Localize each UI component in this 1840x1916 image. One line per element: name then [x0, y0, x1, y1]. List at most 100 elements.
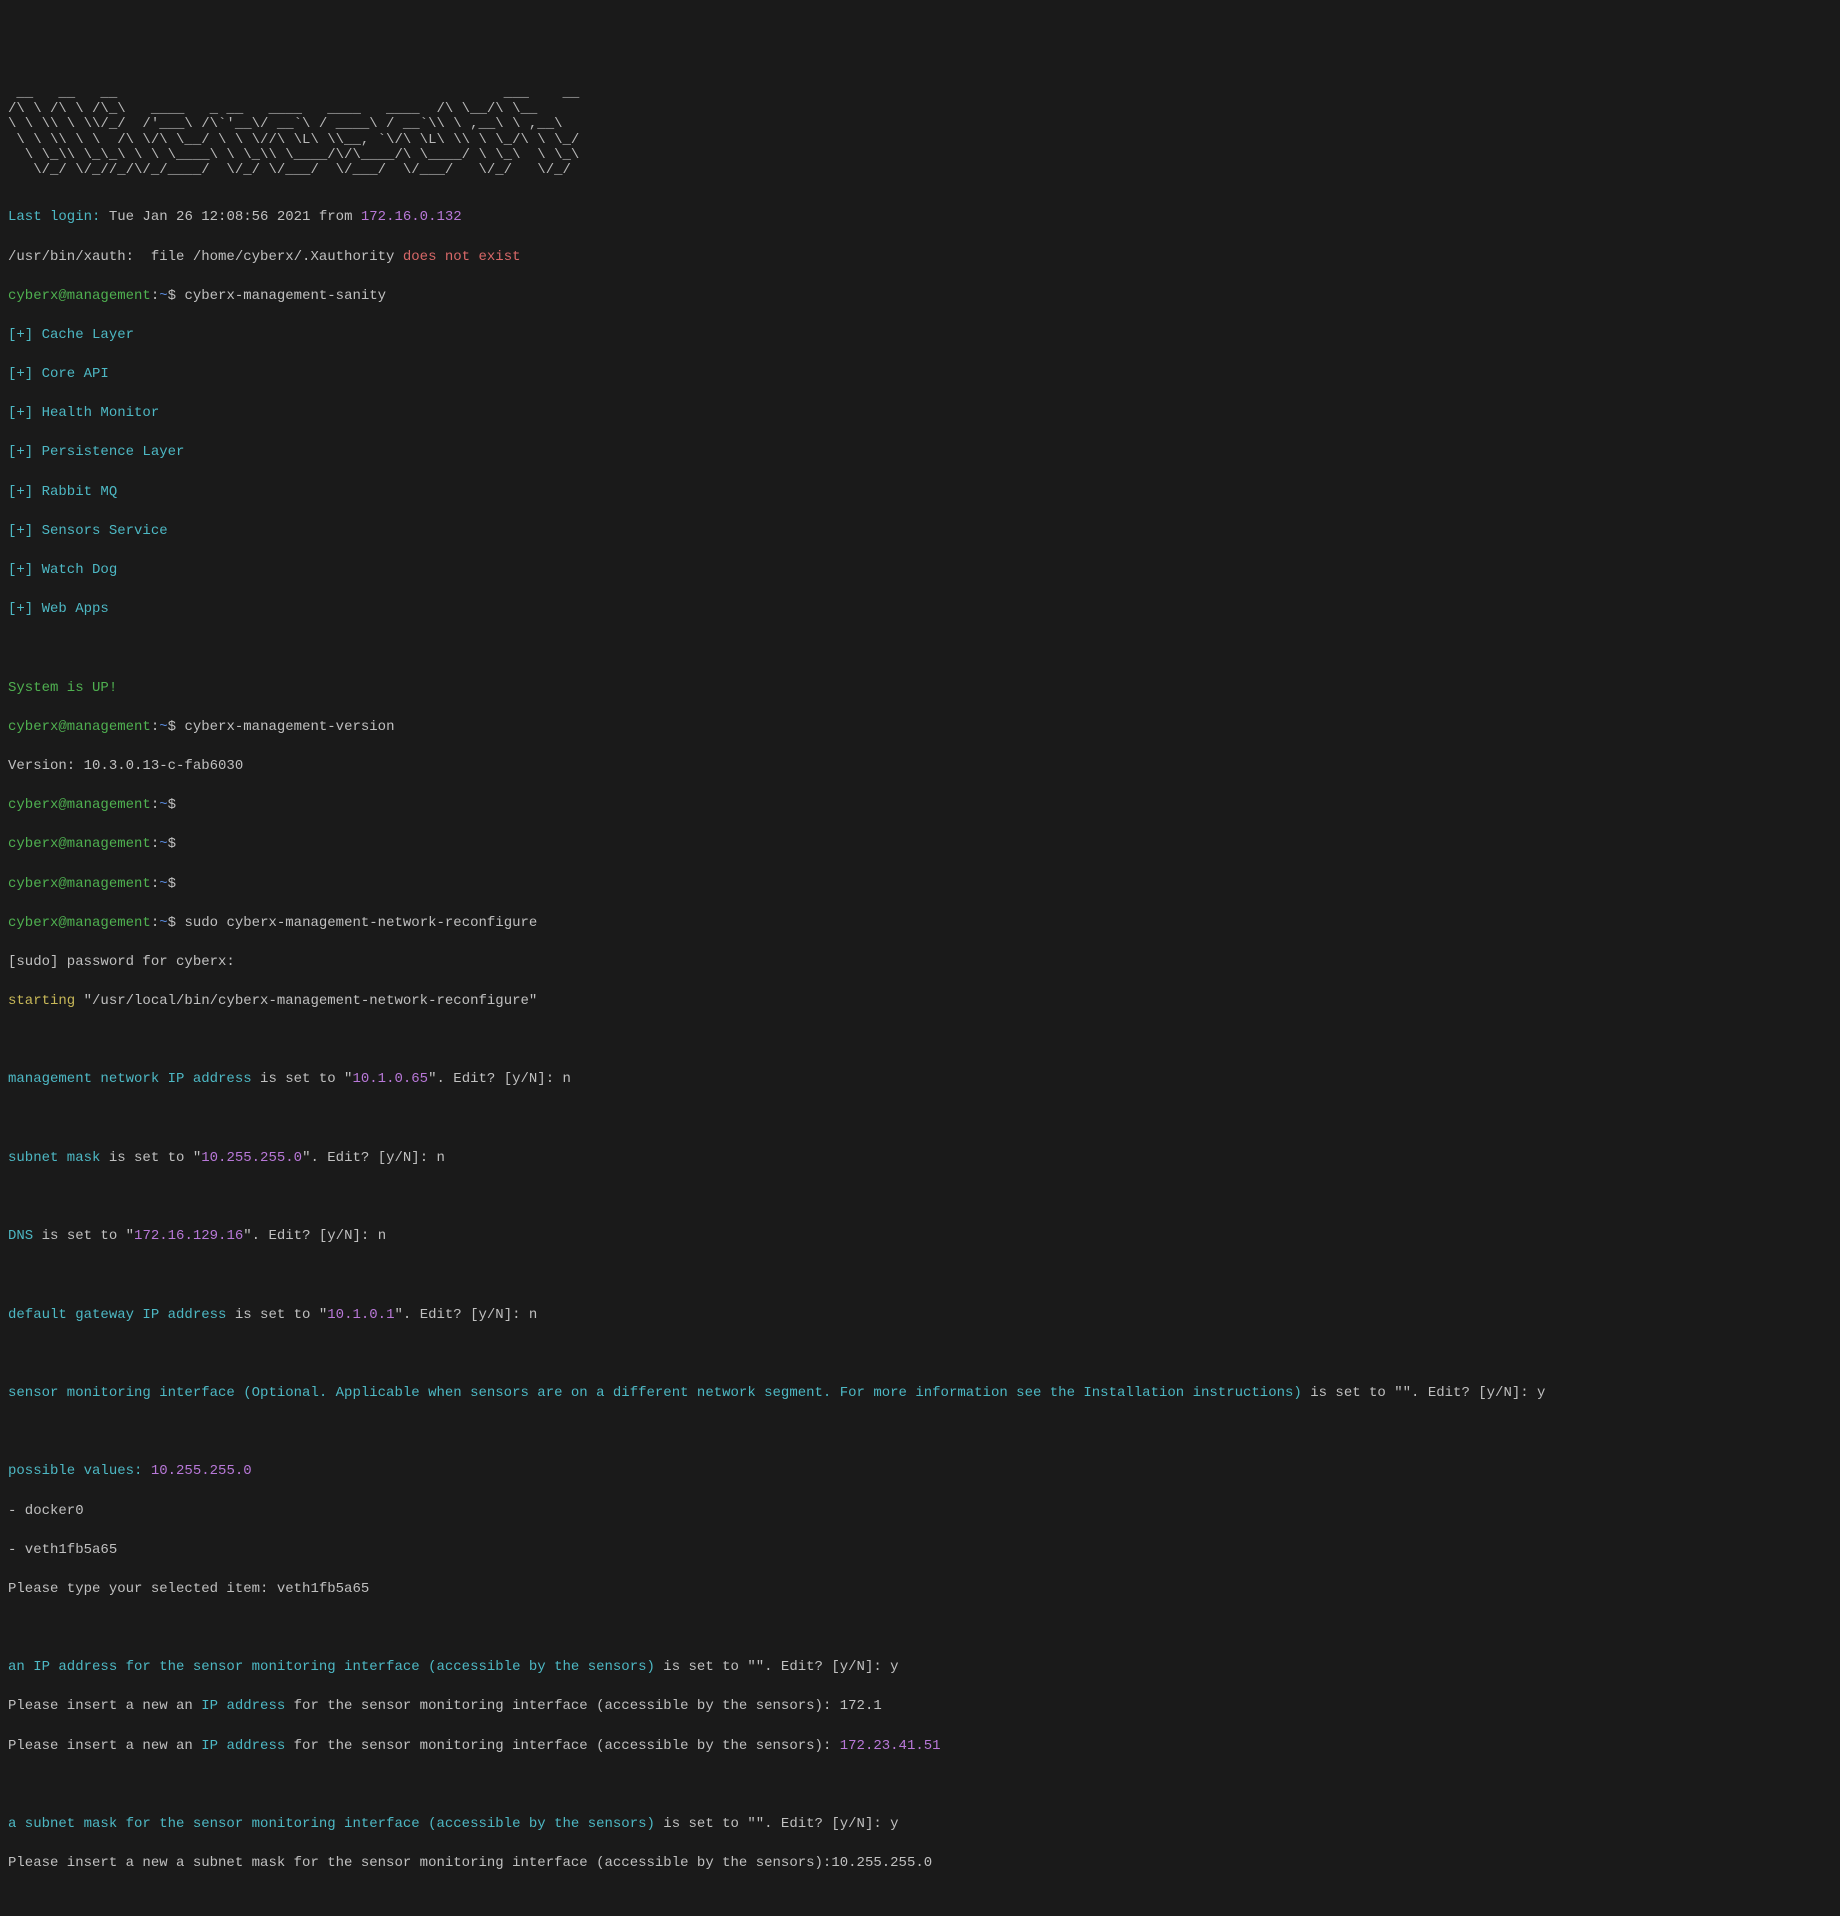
blank: [8, 1031, 1832, 1051]
prompt-empty1: cyberx@management:~$: [8, 796, 1832, 816]
sensor-ip-label: an IP address for the sensor monitoring …: [8, 1659, 655, 1675]
iface-veth: - veth1fb5a65: [8, 1541, 1832, 1561]
sanity-rabbit: [+] Rabbit MQ: [8, 483, 1832, 503]
sensor-subnet-mid: is set to "". Edit? [y/N]: y: [655, 1816, 899, 1832]
prompt-empty3: cyberx@management:~$: [8, 875, 1832, 895]
starting-label: starting: [8, 993, 75, 1009]
dns-val: 172.16.129.16: [134, 1228, 243, 1244]
sensor-iface-mid: is set to "". Edit? [y/N]: y: [1302, 1385, 1546, 1401]
prompt-user: cyberx@management: [8, 288, 151, 304]
mgmt-ip-mid: is set to ": [252, 1071, 353, 1087]
gateway-val: 10.1.0.1: [327, 1307, 394, 1323]
prompt-sym: $: [168, 876, 176, 892]
select-item-line: Please type your selected item: veth1fb5…: [8, 1580, 1832, 1600]
prompt-path: ~: [159, 836, 167, 852]
dns-mid: is set to ": [33, 1228, 134, 1244]
prompt-user: cyberx@management: [8, 719, 151, 735]
blank: [8, 1776, 1832, 1796]
prompt-user: cyberx@management: [8, 915, 151, 931]
sanity-sensors: [+] Sensors Service: [8, 522, 1832, 542]
sensor-ip-mid: is set to "". Edit? [y/N]: y: [655, 1659, 899, 1675]
subnet-label: subnet mask: [8, 1150, 100, 1166]
login-ip: 172.16.0.132: [361, 209, 462, 225]
insert1-pre: Please insert a new an: [8, 1698, 201, 1714]
prompt-path: ~: [159, 719, 167, 735]
subnet-end: ". Edit? [y/N]: n: [302, 1150, 445, 1166]
insert2-val: 172.23.41.51: [840, 1738, 941, 1754]
possible-val: 10.255.255.0: [151, 1463, 252, 1479]
sanity-persist: [+] Persistence Layer: [8, 443, 1832, 463]
last-login-line: Last login: Tue Jan 26 12:08:56 2021 fro…: [8, 208, 1832, 228]
sensor-subnet-line: a subnet mask for the sensor monitoring …: [8, 1815, 1832, 1835]
blank: [8, 1619, 1832, 1639]
blank: [8, 1423, 1832, 1443]
prompt-empty2: cyberx@management:~$: [8, 835, 1832, 855]
last-login-label: Last login:: [8, 209, 100, 225]
gateway-mid: is set to ": [226, 1307, 327, 1323]
blank: [8, 1188, 1832, 1208]
gateway-label: default gateway IP address: [8, 1307, 226, 1323]
sensor-iface-line: sensor monitoring interface (Optional. A…: [8, 1384, 1832, 1404]
sanity-webapps: [+] Web Apps: [8, 600, 1832, 620]
possible-values-line: possible values: 10.255.255.0: [8, 1462, 1832, 1482]
prompt-path: ~: [159, 915, 167, 931]
mgmt-ip-label: management network IP address: [8, 1071, 252, 1087]
blank: [8, 1893, 1832, 1913]
ascii-logo: __ __ __ ___ __ /\ \ /\ \ /\_\ ____ _ __…: [8, 86, 1832, 178]
sanity-cache: [+] Cache Layer: [8, 326, 1832, 346]
blank: [8, 639, 1832, 659]
terminal[interactable]: __ __ __ ___ __ /\ \ /\ \ /\_\ ____ _ __…: [8, 86, 1832, 1916]
prompt-path: ~: [159, 797, 167, 813]
iface-docker0: - docker0: [8, 1502, 1832, 1522]
subnet-line: subnet mask is set to "10.255.255.0". Ed…: [8, 1149, 1832, 1169]
starting-path: "/usr/local/bin/cyberx-management-networ…: [75, 993, 537, 1009]
prompt-sep: :: [151, 915, 159, 931]
version-output: Version: 10.3.0.13-c-fab6030: [8, 757, 1832, 777]
subnet-val: 10.255.255.0: [201, 1150, 302, 1166]
dns-line: DNS is set to "172.16.129.16". Edit? [y/…: [8, 1227, 1832, 1247]
gateway-end: ". Edit? [y/N]: n: [394, 1307, 537, 1323]
insert2-pre: Please insert a new an: [8, 1738, 201, 1754]
insert1-post: for the sensor monitoring interface (acc…: [285, 1698, 882, 1714]
cmd-sanity: cyberx-management-sanity: [184, 288, 386, 304]
blank: [8, 1266, 1832, 1286]
subnet-mid: is set to ": [100, 1150, 201, 1166]
blank: [8, 1345, 1832, 1365]
sensor-iface-label: sensor monitoring interface (Optional. A…: [8, 1385, 1302, 1401]
prompt-version: cyberx@management:~$ cyberx-management-v…: [8, 718, 1832, 738]
prompt-path: ~: [159, 876, 167, 892]
dns-label: DNS: [8, 1228, 33, 1244]
cmd-reconfig: sudo cyberx-management-network-reconfigu…: [184, 915, 537, 931]
xauth-error: does not exist: [403, 249, 521, 265]
insert2-post: for the sensor monitoring interface (acc…: [285, 1738, 840, 1754]
sanity-coreapi: [+] Core API: [8, 365, 1832, 385]
prompt-sep: :: [151, 876, 159, 892]
mgmt-ip-line: management network IP address is set to …: [8, 1070, 1832, 1090]
prompt-sanity: cyberx@management:~$ cyberx-management-s…: [8, 287, 1832, 307]
sanity-health: [+] Health Monitor: [8, 404, 1832, 424]
insert-subnet: Please insert a new a subnet mask for th…: [8, 1854, 1832, 1874]
prompt-user: cyberx@management: [8, 836, 151, 852]
insert1-lbl: IP address: [201, 1698, 285, 1714]
prompt-user: cyberx@management: [8, 797, 151, 813]
possible-label: possible values:: [8, 1463, 151, 1479]
prompt-sym: $: [168, 719, 185, 735]
prompt-sym: $: [168, 797, 176, 813]
sanity-watchdog: [+] Watch Dog: [8, 561, 1832, 581]
gateway-line: default gateway IP address is set to "10…: [8, 1306, 1832, 1326]
prompt-sep: :: [151, 719, 159, 735]
sensor-subnet-label: a subnet mask for the sensor monitoring …: [8, 1816, 655, 1832]
cmd-version: cyberx-management-version: [184, 719, 394, 735]
prompt-path: ~: [159, 288, 167, 304]
prompt-user: cyberx@management: [8, 876, 151, 892]
blank: [8, 1110, 1832, 1130]
sudo-password: [sudo] password for cyberx:: [8, 953, 1832, 973]
prompt-sym: $: [168, 836, 176, 852]
sensor-ip-line: an IP address for the sensor monitoring …: [8, 1658, 1832, 1678]
mgmt-ip-end: ". Edit? [y/N]: n: [428, 1071, 571, 1087]
insert-ip-2: Please insert a new an IP address for th…: [8, 1737, 1832, 1757]
prompt-sym: $: [168, 288, 185, 304]
xauth-path: /usr/bin/xauth: file /home/cyberx/.Xauth…: [8, 249, 403, 265]
prompt-sym: $: [168, 915, 185, 931]
prompt-sep: :: [151, 288, 159, 304]
